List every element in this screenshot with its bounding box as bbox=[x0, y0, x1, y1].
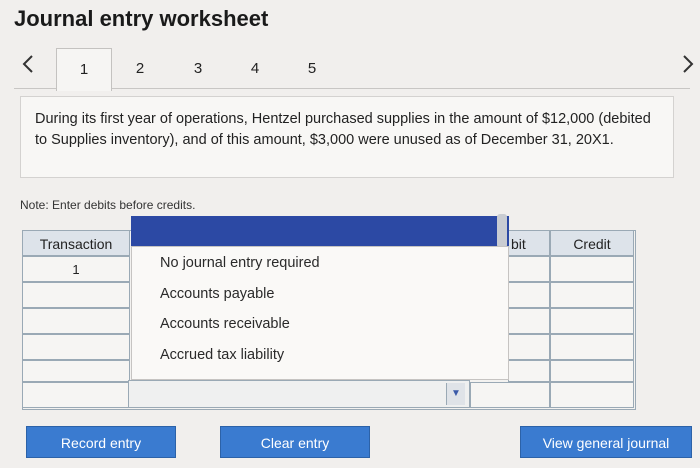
transaction-cell bbox=[22, 360, 130, 382]
dropdown-scrollbar[interactable] bbox=[497, 214, 507, 248]
chevron-left-icon[interactable] bbox=[20, 52, 36, 81]
debit-header: bit bbox=[508, 230, 550, 256]
credit-input[interactable] bbox=[550, 360, 634, 382]
credit-input[interactable] bbox=[550, 256, 634, 282]
credit-input[interactable] bbox=[550, 308, 634, 334]
credit-input[interactable] bbox=[550, 334, 634, 360]
credit-input[interactable] bbox=[550, 382, 634, 408]
debit-input[interactable] bbox=[508, 256, 550, 282]
debit-input[interactable] bbox=[508, 360, 550, 382]
account-select[interactable] bbox=[128, 380, 470, 408]
tab-3[interactable]: 3 bbox=[180, 48, 216, 90]
credit-input[interactable] bbox=[550, 282, 634, 308]
clear-entry-button[interactable]: Clear entry bbox=[220, 426, 370, 458]
transaction-header: Transaction bbox=[22, 230, 130, 256]
tab-1[interactable]: 1 bbox=[56, 48, 112, 91]
chevron-down-icon[interactable]: ▼ bbox=[446, 383, 465, 405]
transaction-cell bbox=[22, 308, 130, 334]
account-dropdown-list: No journal entry required Accounts payab… bbox=[131, 246, 509, 380]
transaction-cell: 1 bbox=[22, 256, 130, 282]
account-dropdown-highlighted[interactable] bbox=[131, 216, 509, 246]
note-text: Note: Enter debits before credits. bbox=[20, 198, 196, 212]
transaction-cell bbox=[22, 282, 130, 308]
debit-input[interactable] bbox=[508, 282, 550, 308]
view-general-journal-button[interactable]: View general journal bbox=[520, 426, 692, 458]
page-title: Journal entry worksheet bbox=[14, 6, 269, 31]
debit-input[interactable] bbox=[470, 382, 550, 408]
chevron-right-icon[interactable] bbox=[680, 52, 696, 81]
dropdown-option[interactable]: Accrued tax liability bbox=[160, 347, 284, 363]
dropdown-option[interactable]: No journal entry required bbox=[160, 255, 320, 271]
transaction-cell bbox=[22, 382, 130, 408]
tab-4[interactable]: 4 bbox=[237, 48, 273, 90]
credit-header: Credit bbox=[550, 230, 634, 256]
dropdown-option[interactable]: Accounts payable bbox=[160, 286, 274, 302]
dropdown-option[interactable]: Accounts receivable bbox=[160, 316, 290, 332]
debit-input[interactable] bbox=[508, 334, 550, 360]
tab-5[interactable]: 5 bbox=[294, 48, 330, 90]
problem-description: During its first year of operations, Hen… bbox=[20, 96, 674, 178]
record-entry-button[interactable]: Record entry bbox=[26, 426, 176, 458]
transaction-cell bbox=[22, 334, 130, 360]
debit-input[interactable] bbox=[508, 308, 550, 334]
tab-strip-divider bbox=[14, 88, 690, 89]
tab-2[interactable]: 2 bbox=[122, 48, 158, 90]
